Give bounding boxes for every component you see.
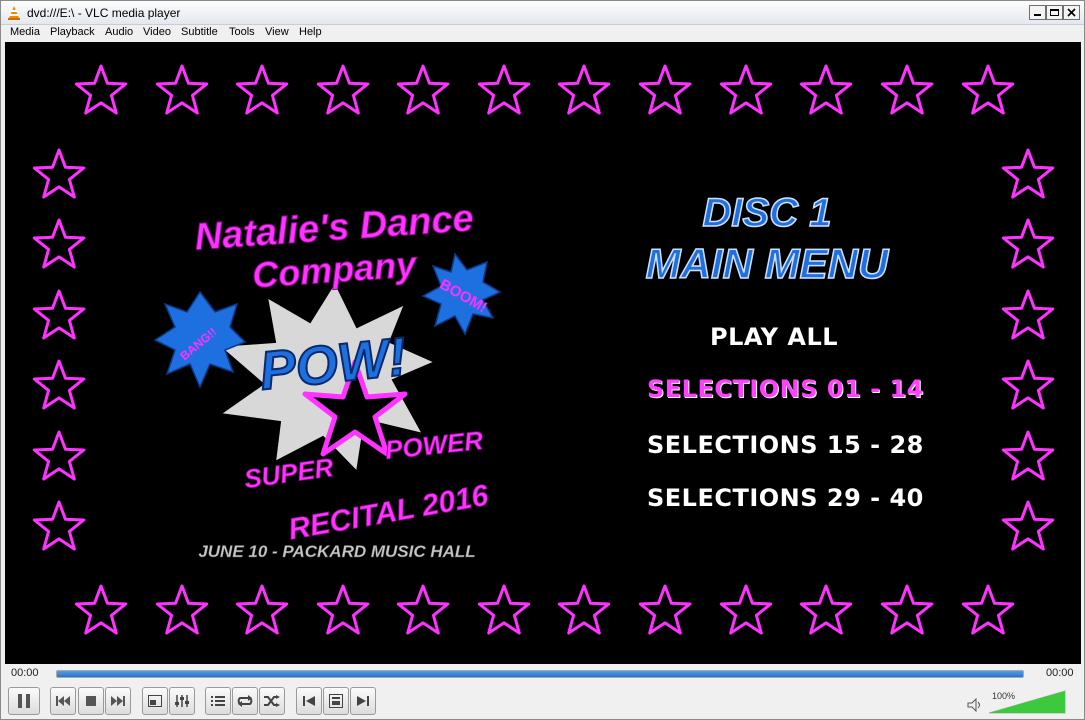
shuffle-icon [264, 695, 280, 707]
disc-title: DISC 1 [703, 191, 832, 235]
logo-power: POWER [384, 425, 485, 465]
previous-chapter-button[interactable] [50, 687, 76, 715]
video-area[interactable]: Natalie's Dance Company POW! BANG!! BOOM… [5, 42, 1081, 664]
option-selections-15-28[interactable]: SELECTIONS 15 - 28 [647, 431, 924, 459]
maximize-icon [1050, 9, 1059, 16]
logo-super: SUPER [242, 452, 335, 494]
date-venue: JUNE 10 - PACKARD MUSIC HALL [198, 542, 475, 561]
menu-media[interactable]: Media [10, 26, 40, 38]
vlc-window: dvd:///E:\ - VLC media player Media Play… [0, 0, 1085, 720]
recital-logo: Natalie's Dance Company POW! BANG!! BOOM… [153, 190, 891, 561]
extended-settings-button[interactable] [169, 687, 195, 715]
disc-menu-icon [329, 694, 343, 708]
menu-title: MAIN MENU [646, 240, 890, 287]
minimize-icon [1034, 14, 1041, 16]
equalizer-icon [175, 695, 189, 707]
menu-audio[interactable]: Audio [105, 26, 133, 38]
control-bar: 100% [1, 684, 1084, 720]
speaker-icon[interactable] [967, 698, 983, 712]
stop-icon [86, 696, 96, 706]
next-icon [111, 696, 125, 706]
fullscreen-icon [148, 695, 162, 707]
logo-recital: RECITAL 2016 [286, 479, 491, 547]
loop-button[interactable] [232, 687, 258, 715]
menu-view[interactable]: View [265, 26, 289, 38]
vlc-cone-icon [8, 6, 20, 20]
previous-icon [56, 696, 70, 706]
pause-button[interactable] [8, 687, 40, 715]
skip-back-icon [303, 696, 315, 706]
stop-button[interactable] [78, 687, 104, 715]
next-chapter-button[interactable] [105, 687, 131, 715]
menu-bar: Media Playback Audio Video Subtitle Tool… [1, 25, 1084, 42]
shuffle-button[interactable] [259, 687, 285, 715]
loop-icon [237, 695, 253, 707]
minimize-button[interactable] [1029, 5, 1046, 20]
pause-icon [18, 694, 30, 708]
next-frame-button[interactable] [350, 687, 376, 715]
window-title: dvd:///E:\ - VLC media player [27, 6, 181, 20]
seek-row: 00:00 00:00 [1, 664, 1084, 684]
total-time: 00:00 [1046, 667, 1074, 679]
elapsed-time: 00:00 [11, 667, 39, 679]
option-selections-1-14[interactable]: SELECTIONS 01 - 14 [647, 375, 924, 403]
dvd-menu-button[interactable] [323, 687, 349, 715]
fullscreen-button[interactable] [142, 687, 168, 715]
close-button[interactable] [1063, 5, 1080, 20]
title-bar[interactable]: dvd:///E:\ - VLC media player [1, 1, 1084, 25]
seek-slider[interactable] [56, 670, 1024, 678]
menu-tools[interactable]: Tools [229, 26, 255, 38]
playlist-button[interactable] [205, 687, 231, 715]
menu-subtitle[interactable]: Subtitle [181, 26, 218, 38]
skip-forward-icon [357, 696, 369, 706]
volume-slider[interactable] [987, 689, 1067, 715]
option-play-all[interactable]: PLAY ALL [710, 323, 838, 351]
previous-frame-button[interactable] [296, 687, 322, 715]
menu-help[interactable]: Help [299, 26, 322, 38]
menu-playback[interactable]: Playback [50, 26, 95, 38]
menu-video[interactable]: Video [143, 26, 171, 38]
option-selections-29-40[interactable]: SELECTIONS 29 - 40 [647, 484, 924, 512]
playlist-icon [211, 696, 225, 706]
close-icon [1067, 8, 1076, 17]
maximize-button[interactable] [1046, 5, 1063, 20]
